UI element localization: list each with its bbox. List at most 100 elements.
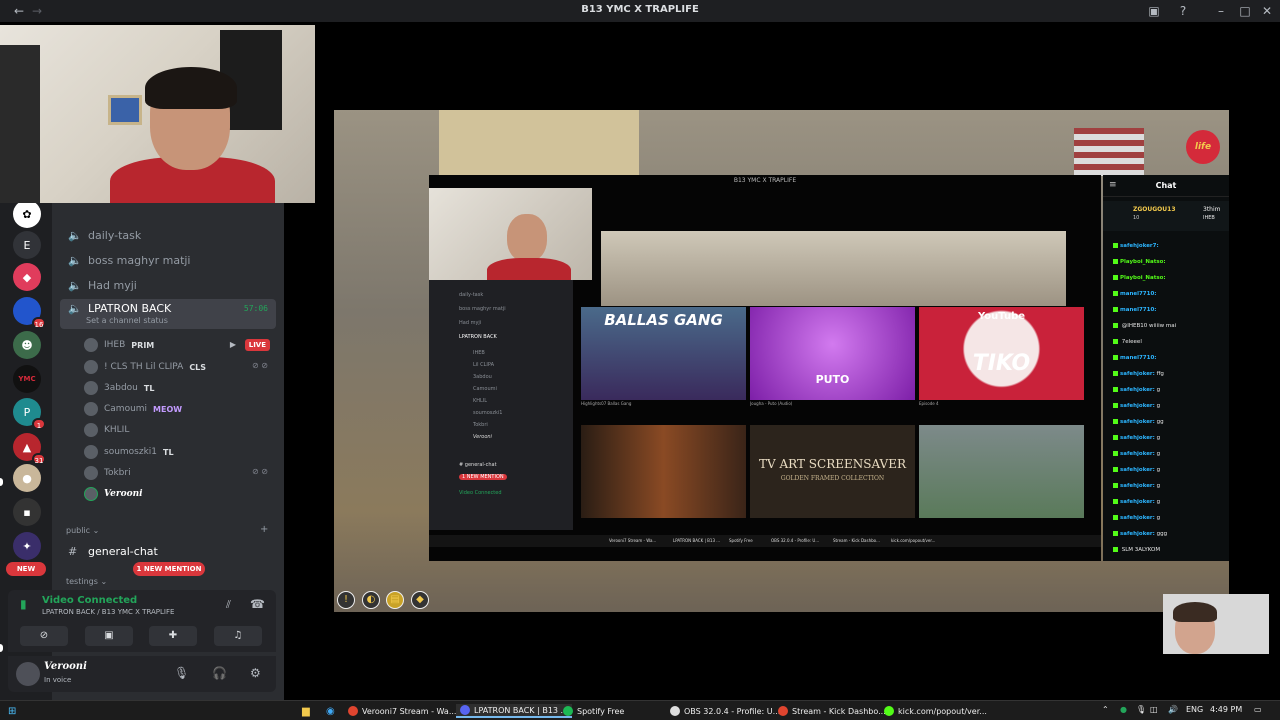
voice-user[interactable]: KHLIL [84, 421, 274, 439]
thumbnail-title: BALLAS GANG [604, 311, 723, 329]
chat-username[interactable]: safehjoker: [1120, 435, 1155, 441]
voice-user[interactable]: Tokbri ⊘ ⊘ [84, 464, 274, 482]
server-icon[interactable]: ☻ [13, 331, 41, 359]
inbox-icon[interactable]: ▣ [1145, 2, 1163, 20]
server-icon[interactable]: ◆ [13, 263, 41, 291]
menu-icon[interactable]: ≡ [1109, 180, 1117, 190]
chat-username[interactable]: safehjoker: [1120, 419, 1155, 425]
chat-username[interactable]: safehjoker: [1120, 467, 1155, 473]
voice-user[interactable]: 3abdou TL [84, 379, 274, 397]
voice-status-subtitle: LPATRON BACK / B13 YMC X TRAPLIFE [42, 608, 175, 616]
voice-user[interactable]: soumoszki1 TL [84, 443, 274, 461]
taskbar-app-button[interactable]: Verooni7 Stream - Wa... [348, 704, 456, 718]
chat-username[interactable]: safehjoker: [1120, 451, 1155, 457]
soundboard-button[interactable]: ♫ [214, 626, 262, 646]
tray-microphone-icon[interactable]: 🎙 [1136, 705, 1146, 714]
voice-user[interactable]: Camoumi MEOW [84, 400, 274, 418]
close-icon[interactable]: ✕ [1258, 2, 1276, 20]
disconnect-icon[interactable]: ☎ [250, 597, 265, 611]
taskbar-app-label: kick.com/popout/ver... [898, 706, 987, 716]
voice-user[interactable]: Verooni [84, 485, 274, 503]
server-icon[interactable]: ▪ [13, 498, 41, 526]
voice-user[interactable]: ! CLS TH Lil CLIPA CLS ⊘ ⊘ [84, 358, 274, 376]
speaker-icon: 🔈 [68, 278, 82, 292]
microphone-icon[interactable]: 🎙 [174, 666, 189, 680]
server-icon[interactable]: ▲ 31 [13, 433, 46, 465]
voice-user[interactable]: IHEB PRIM ▶ LIVE [84, 336, 274, 354]
taskbar-app-button[interactable]: Spotify Free [563, 704, 624, 718]
channel-had-myji[interactable]: 🔈 Had myji [60, 274, 276, 296]
category-public[interactable]: public ⌄ [66, 526, 99, 535]
headphones-icon[interactable]: 🎧 [212, 666, 227, 680]
add-channel-icon[interactable]: + [260, 524, 268, 535]
taskbar-app-button[interactable]: OBS 32.0.4 - Profile: U... [670, 704, 780, 718]
channel-daily-task[interactable]: 🔈 daily-task [60, 224, 276, 246]
server-icon[interactable]: E [13, 231, 41, 259]
new-unreads-pill[interactable]: NEW [6, 562, 46, 576]
server-icon[interactable]: ✦ [13, 532, 41, 560]
chat-username[interactable]: safehjoker: [1120, 371, 1155, 377]
screen-share-button[interactable]: ▣ [85, 626, 133, 646]
voice-status-title[interactable]: Video Connected [42, 595, 137, 606]
chat-username[interactable]: safehjoker: [1120, 483, 1155, 489]
chat-username[interactable]: safehjoker: [1120, 515, 1155, 521]
chat-username[interactable]: manel7710: [1120, 355, 1156, 361]
settings-gear-icon[interactable]: ⚙ [250, 666, 261, 680]
chat-badge-icon [1113, 547, 1118, 552]
chat-username[interactable]: Playboi_Natso: [1120, 259, 1166, 265]
notifications-icon[interactable]: ▭ [1254, 705, 1262, 714]
server-icon[interactable]: P1 [13, 398, 46, 430]
camera-button[interactable]: ⊘ [20, 626, 68, 646]
minimize-icon[interactable]: – [1212, 2, 1230, 20]
video-thumbnail [919, 425, 1084, 518]
chat-username[interactable]: manel7710: [1120, 291, 1156, 297]
chat-username[interactable]: Playboi_Natso: [1120, 275, 1166, 281]
help-icon[interactable]: ? [1174, 2, 1192, 20]
volume-icon[interactable]: 🔊 [1168, 705, 1178, 714]
tray-app-icon[interactable]: ● [1120, 705, 1127, 714]
user-tag: MEOW [153, 404, 183, 414]
network-icon[interactable]: ◫ [1150, 705, 1158, 714]
maximize-icon[interactable]: □ [1236, 2, 1254, 20]
language-indicator[interactable]: ENG [1186, 705, 1203, 714]
avatar[interactable] [16, 662, 40, 686]
noise-suppression-icon[interactable]: ⫽ [226, 598, 231, 612]
chat-badge-icon [1113, 451, 1118, 456]
chat-username[interactable]: manel7710: [1120, 307, 1156, 313]
chat-username[interactable]: safehjoker: [1120, 403, 1155, 409]
tray-expand-icon[interactable]: ⌃ [1102, 705, 1109, 714]
camera-icon: ▶ [229, 340, 236, 349]
viewer-hair [1173, 602, 1217, 622]
file-explorer-icon[interactable]: ▆ [302, 704, 310, 718]
chat-username[interactable]: safehjoker: [1120, 387, 1155, 393]
clock[interactable]: 4:49 PM [1210, 705, 1242, 714]
channel-status-input[interactable]: Set a channel status [86, 316, 168, 325]
user-name[interactable]: Verooni [44, 661, 87, 672]
hud-icon: ! [337, 591, 355, 609]
chat-message: SLM 3ALYKOM [1113, 547, 1227, 553]
channel-boss-maghyr-matji[interactable]: 🔈 boss maghyr matji [60, 249, 276, 271]
chat-badge-icon [1113, 467, 1118, 472]
chat-username[interactable]: safehjoker: [1120, 531, 1155, 537]
video-thumbnail [581, 425, 746, 518]
taskbar-app-button[interactable]: Stream - Kick Dashbo... [778, 704, 886, 718]
category-testings[interactable]: testings ⌄ [66, 577, 107, 586]
new-mention-pill[interactable]: 1 NEW MENTION [133, 562, 205, 576]
channel-lpatron-back[interactable]: 🔈 LPATRON BACK 57:06 Set a channel statu… [60, 299, 276, 329]
edge-icon[interactable]: ◉ [326, 704, 335, 718]
start-icon[interactable]: ⊞ [8, 704, 16, 718]
server-icon[interactable]: ● [13, 464, 41, 492]
taskbar-app-button[interactable]: LPATRON BACK | B13 ... [456, 704, 573, 718]
chat-username[interactable]: safehjoker7: [1120, 243, 1159, 249]
activities-button[interactable]: ✚ [149, 626, 197, 646]
channel-general-chat[interactable]: # general-chat [60, 540, 276, 562]
thumbnail-caption: Highlights07 Ballas Gang [581, 401, 632, 406]
taskbar-app-button[interactable]: kick.com/popout/ver... [884, 704, 987, 718]
server-icon[interactable]: ✿ [13, 200, 41, 228]
nested-channel-line: daily-task [459, 292, 484, 298]
traplife-logo: life [1186, 130, 1220, 164]
nested-stream-scene [601, 231, 1066, 306]
server-icon[interactable]: YMC [13, 365, 41, 393]
chat-username[interactable]: safehjoker: [1120, 499, 1155, 505]
server-icon[interactable]: 16 [13, 297, 46, 329]
